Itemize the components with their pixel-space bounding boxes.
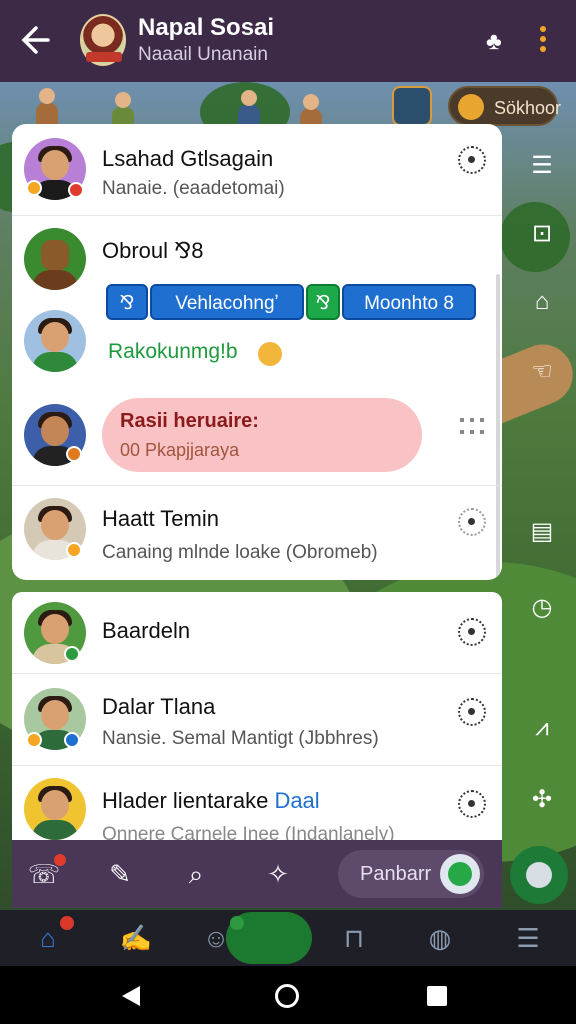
- avatar: [24, 310, 86, 372]
- list-item[interactable]: Obroul ⅋8 ⅋ Vehlacohngʼ ⅋ Moonhto 8 Rako…: [12, 216, 502, 386]
- chat-name: Lsahad Gtlsagain: [102, 146, 274, 171]
- send-icon[interactable]: [440, 854, 480, 894]
- back-arrow-icon[interactable]: [18, 22, 52, 58]
- system-navigation: [0, 966, 576, 1024]
- score-label: Sökhoor: [494, 98, 562, 118]
- chip[interactable]: Vehlacohngʼ: [150, 284, 304, 320]
- system-home-icon[interactable]: [275, 984, 299, 1008]
- list-item[interactable]: Haatt Temin Canaing mlnde loake (Obromeb…: [12, 486, 502, 580]
- chat-name: Baardeln: [102, 618, 191, 643]
- chat-icon[interactable]: ☺: [198, 922, 234, 954]
- status-badge: [66, 542, 82, 558]
- options-button[interactable]: [458, 698, 486, 726]
- list-item[interactable]: Lsahad Gtlsagain Nanaie. (eaadetomai): [12, 124, 502, 216]
- chat-preview: Nanaie. (eaadetomai): [102, 178, 285, 199]
- clock-icon[interactable]: ◷: [526, 592, 558, 624]
- bag-icon[interactable]: ⊓: [336, 922, 372, 954]
- floating-action-button[interactable]: [510, 846, 568, 904]
- list-icon[interactable]: ☰: [526, 150, 558, 182]
- edit-icon[interactable]: ✍: [118, 922, 154, 954]
- list-item[interactable]: Baardeln: [12, 592, 502, 674]
- chat-preview: Rakokunmg!b: [108, 340, 238, 363]
- notification-dot: [60, 916, 74, 930]
- menu-icon[interactable]: ☰: [510, 922, 546, 954]
- chip[interactable]: ⅋: [306, 284, 340, 320]
- status-badge: [68, 182, 84, 198]
- inbox-icon[interactable]: ⊡: [526, 218, 558, 250]
- chat-preview: Canaing mlnde loake (Obromeb): [102, 542, 378, 563]
- chat-header: Napal Sosai Naaail Unanain ♣: [0, 0, 576, 82]
- chat-name: Obroul ⅋8: [102, 238, 204, 263]
- chip[interactable]: Moonhto 8: [342, 284, 476, 320]
- chat-list-card: Lsahad Gtlsagain Nanaie. (eaadetomai) Ob…: [12, 124, 502, 580]
- notification-dot: [54, 854, 66, 866]
- options-button[interactable]: [458, 618, 486, 646]
- bubble-subtitle: 00 Pkapjjaraya: [120, 440, 240, 460]
- chat-name: Haatt Temin: [102, 506, 219, 531]
- message-bubble[interactable]: Rasii heruaire: 00 Pkapjjaraya: [102, 398, 422, 472]
- score-pill[interactable]: Sökhoor: [448, 86, 562, 126]
- document-icon[interactable]: ▤: [526, 516, 558, 548]
- bottom-navigation: ⌂ ✍ ☺ ⊓ ◍ ☰: [0, 910, 576, 966]
- group-icon[interactable]: ♣: [486, 28, 502, 56]
- system-back-icon[interactable]: [122, 986, 140, 1006]
- house-icon[interactable]: ⌂: [526, 286, 558, 318]
- compose-pill[interactable]: Panbarr: [338, 850, 484, 898]
- status-badge: [26, 180, 42, 196]
- options-button[interactable]: [458, 146, 486, 174]
- coin-icon: [458, 94, 484, 120]
- list-item[interactable]: Dalar Tlana Nansie. Semal Mantigt (Jbbhr…: [12, 674, 502, 766]
- avatar: [24, 228, 86, 290]
- chat-name: Hlader lientarake Daal: [102, 788, 320, 813]
- more-icon[interactable]: [460, 418, 484, 448]
- status-badge: [64, 732, 80, 748]
- list-item[interactable]: Hlader lientarake Daal Onnere Carnele In…: [12, 766, 502, 842]
- options-button[interactable]: [458, 790, 486, 818]
- chat-list-card-secondary: Baardeln Dalar Tlana Nansie. Semal Manti…: [12, 592, 502, 842]
- hand-icon[interactable]: ☜: [526, 356, 558, 388]
- chat-name: Dalar Tlana: [102, 694, 216, 719]
- compose-pill-label: Panbarr: [360, 863, 432, 885]
- status-badge: [64, 646, 80, 662]
- microphone-icon[interactable]: ✎: [102, 856, 138, 892]
- search-icon[interactable]: ⌕: [178, 856, 214, 892]
- header-title: Napal Sosai: [138, 14, 275, 41]
- status-badge: [66, 446, 82, 462]
- options-button[interactable]: [458, 508, 486, 536]
- chip[interactable]: ⅋: [106, 284, 148, 320]
- chat-toolbar: ☏ ✎ ⌕ ✧ Panbarr: [12, 840, 502, 908]
- pin-icon[interactable]: ✧: [260, 856, 296, 892]
- header-subtitle: Naaail Unanain: [138, 44, 268, 65]
- chat-name-accent: Daal: [274, 788, 320, 813]
- avatar: [24, 778, 86, 840]
- chart-icon[interactable]: ⩘: [526, 712, 558, 744]
- game-portrait-button[interactable]: [392, 86, 432, 126]
- status-badge: [26, 732, 42, 748]
- notification-dot: [230, 916, 244, 930]
- more-options-icon[interactable]: [540, 26, 548, 56]
- chat-preview: Nansie. Semal Mantigt (Jbbhres): [102, 728, 379, 749]
- header-avatar[interactable]: [80, 14, 126, 66]
- system-recents-icon[interactable]: [427, 986, 447, 1006]
- globe-icon[interactable]: ◍: [422, 922, 458, 954]
- emoji-icon: [258, 342, 282, 366]
- puzzle-icon[interactable]: ✣: [526, 784, 558, 816]
- bubble-title: Rasii heruaire:: [120, 410, 259, 432]
